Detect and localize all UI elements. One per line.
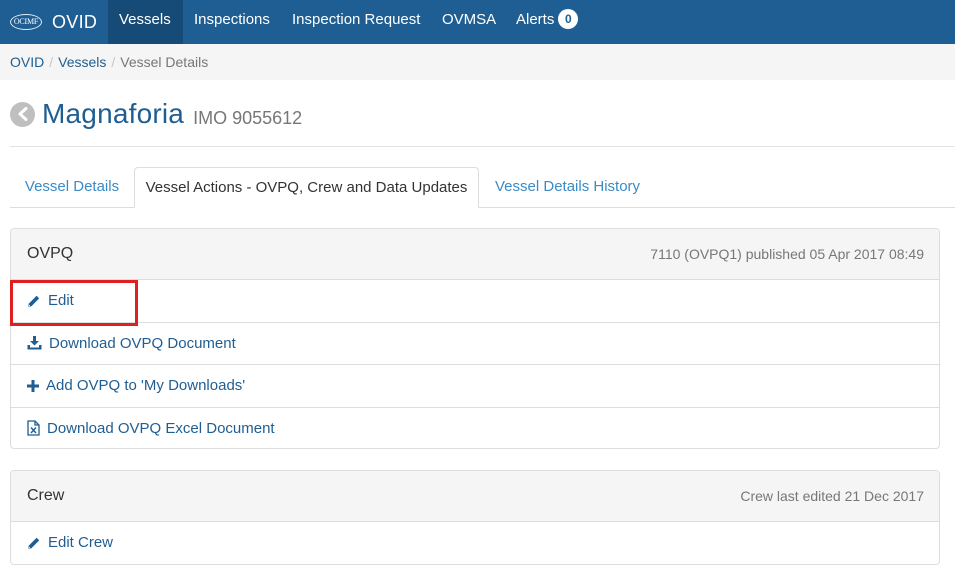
crew-panel-title: Crew: [27, 487, 65, 504]
brand-name: OVID: [52, 11, 98, 32]
nav-vessels[interactable]: Vessels: [108, 0, 183, 44]
list-item: Download OVPQ Excel Document: [11, 408, 939, 451]
divider: [10, 146, 955, 147]
download-ovpq-excel-link[interactable]: Download OVPQ Excel Document: [27, 420, 275, 437]
pencil-icon: [28, 537, 40, 549]
nav-inspection-request[interactable]: Inspection Request: [292, 0, 420, 44]
nav-alerts[interactable]: Alerts 0: [516, 0, 579, 44]
alerts-count-badge: 0: [558, 9, 579, 29]
edit-crew-link[interactable]: Edit Crew: [27, 534, 113, 551]
breadcrumb-vessels[interactable]: Vessels: [58, 54, 106, 70]
excel-file-icon: [27, 420, 40, 436]
tab-vessel-details-history[interactable]: Vessel Details History: [495, 167, 640, 208]
tab-vessel-details[interactable]: Vessel Details: [10, 167, 134, 208]
nav-ovmsa[interactable]: OVMSA: [442, 0, 496, 44]
ovpq-panel-title: OVPQ: [27, 245, 74, 262]
breadcrumb-separator: /: [49, 54, 54, 70]
ocimf-logo: OCIMF: [10, 14, 42, 30]
crew-last-edited: Crew last edited 21 Dec 2017: [740, 488, 924, 504]
nav-inspections[interactable]: Inspections: [194, 0, 270, 44]
list-item: Edit: [11, 280, 939, 323]
list-item: Add OVPQ to 'My Downloads': [11, 365, 939, 408]
vessel-imo: IMO 9055612: [193, 107, 303, 128]
plus-icon: [27, 379, 39, 392]
back-icon[interactable]: [10, 101, 35, 127]
breadcrumb-current: Vessel Details: [120, 54, 209, 70]
ovpq-edit-link[interactable]: Edit: [27, 292, 74, 309]
page-title-row: Magnaforia IMO 9055612: [10, 96, 302, 132]
list-item: Download OVPQ Document: [11, 323, 939, 365]
breadcrumb-ovid[interactable]: OVID: [10, 54, 44, 70]
ovpq-published-info: 7110 (OVPQ1) published 05 Apr 2017 08:49: [650, 246, 924, 262]
ovpq-panel: OVPQ 7110 (OVPQ1) published 05 Apr 2017 …: [10, 228, 940, 449]
vessel-name: Magnaforia: [42, 98, 185, 129]
tab-vessel-actions[interactable]: Vessel Actions - OVPQ, Crew and Data Upd…: [134, 167, 479, 208]
list-item: Edit Crew: [11, 522, 939, 565]
download-icon: [27, 336, 42, 350]
crew-panel-header: Crew Crew last edited 21 Dec 2017: [11, 471, 939, 522]
top-navbar: OCIMF OVID Vessels Inspections Inspectio…: [0, 0, 955, 44]
crew-panel: Crew Crew last edited 21 Dec 2017 Edit C…: [10, 470, 940, 565]
ovpq-panel-header: OVPQ 7110 (OVPQ1) published 05 Apr 2017 …: [11, 229, 939, 280]
breadcrumb: OVID / Vessels / Vessel Details: [0, 44, 955, 80]
brand[interactable]: OCIMF OVID: [10, 0, 97, 44]
breadcrumb-separator: /: [111, 54, 116, 70]
add-to-my-downloads-link[interactable]: Add OVPQ to 'My Downloads': [27, 377, 245, 394]
pencil-icon: [28, 295, 40, 307]
download-ovpq-document-link[interactable]: Download OVPQ Document: [27, 335, 236, 352]
